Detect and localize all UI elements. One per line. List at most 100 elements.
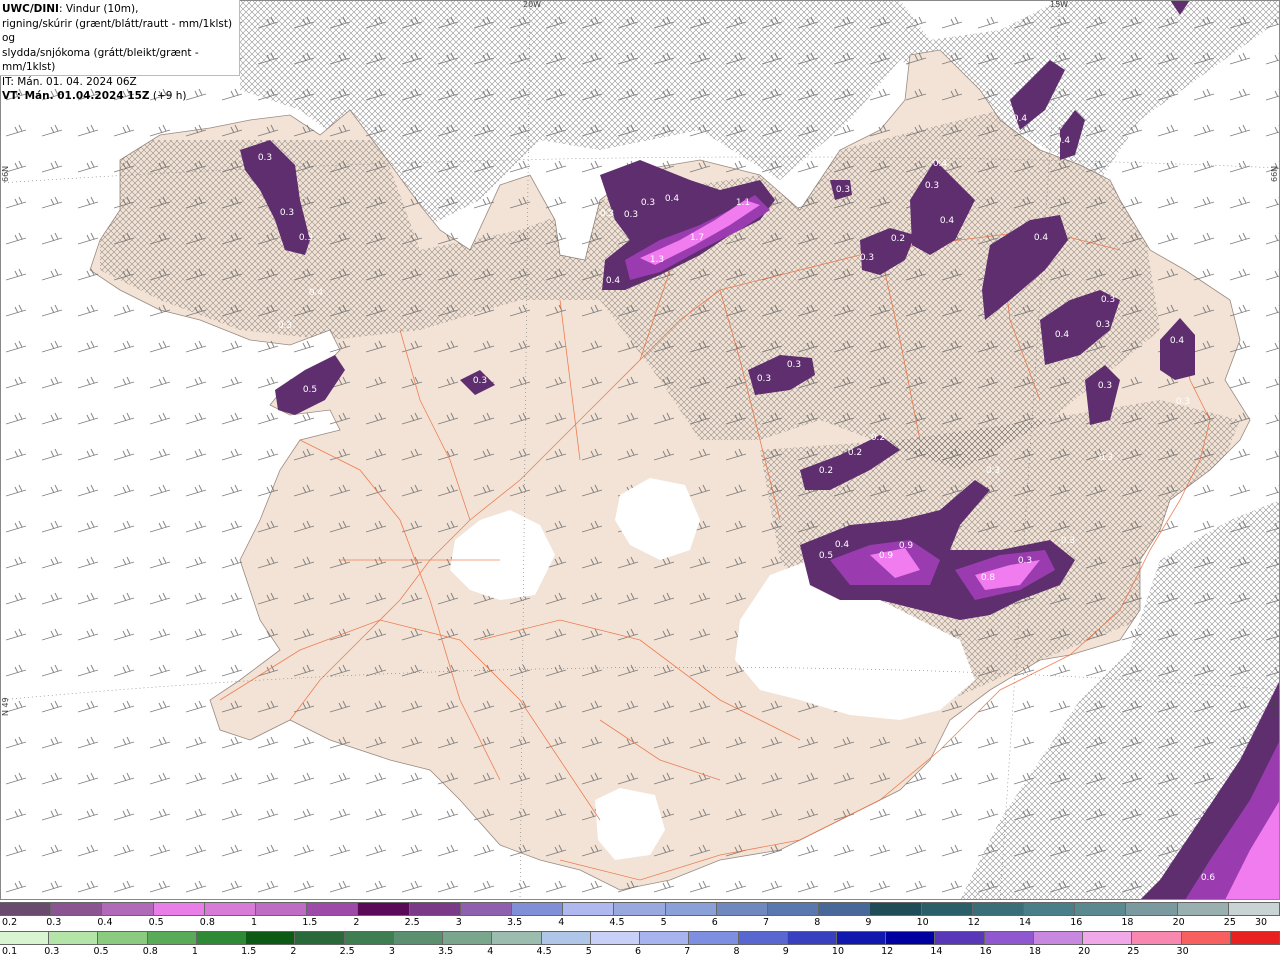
precip-value-label: 0.2 [848,448,862,458]
precip-value-label: 0.3 [258,153,272,163]
legend-label: 0.3 [46,917,62,928]
precip-value-label: 0.3 [925,181,939,191]
precip-value-label: 0.4 [1034,233,1049,243]
title-line-2: rigning/skúrir (grænt/blátt/rautt - mm/1… [2,17,233,45]
precip-value-label: 0.4 [1013,114,1028,124]
legend-label: 18 [1028,946,1041,957]
precip-value-label: 0.3 [299,233,313,243]
precip-value-label: 0.4 [665,194,680,204]
precip-value-label: 0.3 [1099,453,1113,463]
rain-legend-swatches [0,931,1280,945]
precip-value-label: 0.3 [1098,381,1112,391]
legend-swatch [689,932,739,944]
legend-label: 6 [711,917,718,928]
map-viewer: 0.3 0.3 0.3 0.4 0.3 0.5 0.3 0.3 0.3 0.4 0.3 1.1 1.3 1… [0,0,1280,960]
legend-swatch [738,932,788,944]
legend-label: 10 [916,917,929,928]
legend-swatch [1132,932,1182,944]
legend-label: 9 [865,917,872,928]
lat-label-66n-right: 66N [1270,165,1279,182]
model-name: UWC/DINI [2,3,59,15]
precip-value-label: 0.3 [757,374,771,384]
legend-swatch [49,932,99,944]
precip-value-label: 1.1 [736,198,750,208]
legend-swatch [196,932,247,944]
legend-label: 2.5 [339,946,355,957]
precip-value-label: 0.2 [819,466,833,476]
title-line-1: UWC/DINI: Vindur (10m), [2,2,239,17]
legend-swatch [665,903,717,915]
legend-label: 7 [684,946,691,957]
precip-value-label: 0.4 [1170,336,1185,346]
legend-label: 6 [635,946,642,957]
legend-swatch [51,903,103,915]
legend-swatch [870,903,922,915]
precip-value-label: 0.3 [1176,397,1190,407]
legend-label: 12 [967,917,980,928]
lat-label-66n: 66N [1,165,10,182]
legend-label: 7 [763,917,770,928]
precip-value-label: 0.4 [835,540,850,550]
legend-swatch [1083,932,1133,944]
legend-label: 25 [1223,917,1236,928]
lat-label-64n-right: 64N [1270,699,1279,716]
legend-label: 4.5 [609,917,625,928]
legend-swatch [147,932,197,944]
precip-value-label: 0.4 [940,216,955,226]
legend-swatch [1230,932,1280,944]
legend-label: 1 [191,946,198,957]
legend-swatch [256,903,308,915]
precip-value-label: 0.3 [787,360,801,370]
rain-legend-labels: 0.1 0.3 0.5 0.8 1 1.5 2 2.5 3 3.5 4 4.5 5 6 7 8 9 10 12 14 1… [0,946,1280,960]
precip-value-label: 0.3 [280,208,294,218]
legend-swatch [1033,932,1084,944]
rain-legend: 0.1 0.3 0.5 0.8 1 1.5 2 2.5 3 3.5 4 4.5 5 6 7 8 9 10 12 14 1… [0,931,1280,960]
precip-value-label: 0.3 [1096,320,1110,330]
legend-label: 1.5 [241,946,257,957]
legend-label: 18 [1121,917,1134,928]
title-line-1-rest: : Vindur (10m), [58,3,139,15]
legend-label: 3 [388,946,395,957]
legend-swatch [307,903,359,915]
legend-swatch [204,903,257,915]
precip-value-label: 0.3 [986,466,1000,476]
legend-label: 30 [1255,917,1268,928]
legend-label: 25 [1127,946,1140,957]
precip-value-label: 1.7 [690,233,704,243]
valid-time-offset: (+9 h) [149,90,187,102]
snow-legend-labels: 0.2 0.3 0.4 0.5 0.8 1 1.5 2 2.5 3 3.5 4 4.5 5 6 7 8 9 10 12… [0,917,1280,931]
legend-swatch [1126,903,1178,915]
legend-swatch [0,932,50,944]
legend-swatch [1177,903,1229,915]
precip-value-label: 0.5 [303,385,317,395]
precip-value-label: 0.2 [871,433,885,443]
legend-swatch [409,903,461,915]
legend-swatch [836,932,887,944]
legend-swatch [921,903,973,915]
valid-time-bold: VT: Mán. 01.04.2024 15Z [2,90,150,102]
precip-value-label: 0.9 [899,541,914,551]
legend-label: 0.3 [44,946,60,957]
precip-value-label: 0.3 [600,209,614,219]
wind-barbs-layer [0,0,1280,900]
legend-label: 2 [353,917,360,928]
legend-swatch [614,903,666,915]
legend-swatch [1181,932,1231,944]
legend-swatch [590,932,641,944]
legend-swatch [295,932,345,944]
precip-value-label: 0.3 [278,321,292,331]
title-line-3: slydda/snjókoma (grátt/bleikt/grænt - mm… [2,46,199,74]
legend-label: 4 [487,946,494,957]
legend-swatch [1075,903,1127,915]
legend-swatch [492,932,542,944]
legend-swatch [153,903,205,915]
legend-label: 14 [1019,917,1032,928]
legend-swatch [541,932,591,944]
legend-swatch [98,932,148,944]
legend-label: 16 [979,946,992,957]
forecast-map[interactable]: 0.30.30.30.40.30.50.3 0.30.3 0.40.31.11.31… [0,0,1280,900]
legend-label: 3.5 [438,946,454,957]
precip-value-label: 0.5 [819,551,833,561]
legend-label: 0.4 [97,917,113,928]
legend-swatch [246,932,296,944]
